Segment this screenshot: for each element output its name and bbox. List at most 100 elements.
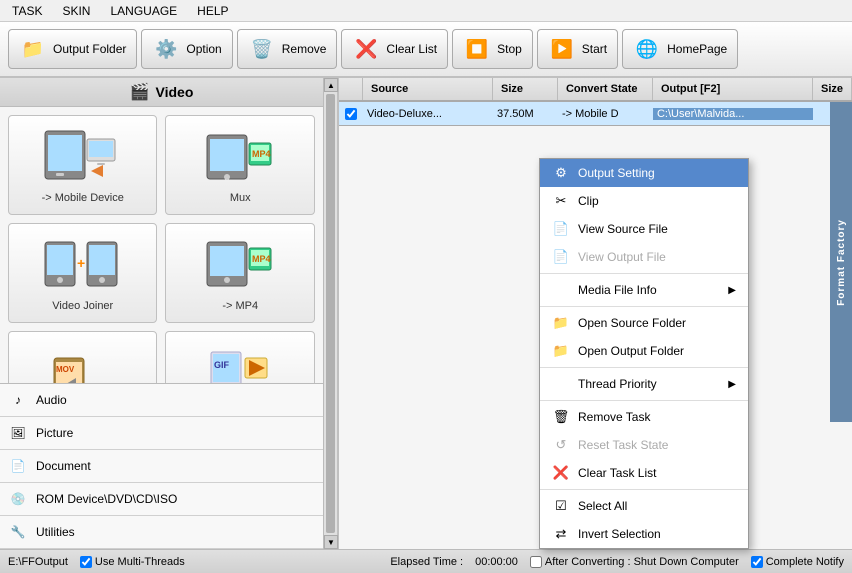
select-all-icon: ☑	[552, 497, 570, 515]
ctx-media-file-info[interactable]: Media File Info ▶	[540, 276, 748, 304]
ctx-thread-label: Thread Priority	[578, 377, 657, 391]
context-menu: ⚙ Output Setting ✂ Clip 📄 View Source Fi…	[539, 158, 749, 549]
row-checkbox-input[interactable]	[345, 108, 357, 120]
remove-button[interactable]: 🗑️ Remove	[237, 29, 338, 69]
stop-button[interactable]: ⏹️ Stop	[452, 29, 533, 69]
option-button[interactable]: ⚙️ Option	[141, 29, 232, 69]
ctx-invert-selection[interactable]: ⇄ Invert Selection	[540, 520, 748, 548]
ctx-view-output-file: 📄 View Output File	[540, 243, 748, 271]
complete-notify-text: Complete Notify	[766, 556, 844, 568]
reset-task-icon: ↺	[552, 436, 570, 454]
format-factory-sidebar: Format Factory	[830, 102, 852, 422]
col-header-check	[339, 78, 363, 100]
after-converting-label[interactable]: After Converting : Shut Down Computer	[530, 556, 739, 568]
ctx-view-source-file[interactable]: 📄 View Source File	[540, 215, 748, 243]
grid-item-mux[interactable]: MP4 Mux	[165, 115, 315, 215]
ctx-reset-task-label: Reset Task State	[578, 438, 669, 452]
mp4-label: -> MP4	[222, 300, 258, 312]
ctx-sep5	[540, 489, 748, 490]
remove-task-icon: 🗑	[552, 408, 570, 426]
category-utilities[interactable]: 🔧 Utilities	[0, 516, 323, 549]
menu-help[interactable]: HELP	[193, 2, 232, 20]
document-icon: 📄	[8, 456, 28, 476]
output-folder-button[interactable]: 📁 Output Folder	[8, 29, 137, 69]
category-document[interactable]: 📄 Document	[0, 450, 323, 483]
view-source-icon: 📄	[552, 220, 570, 238]
after-converting-checkbox[interactable]	[530, 556, 542, 568]
stop-label: Stop	[497, 42, 522, 56]
grid-item-mp4[interactable]: MP4 -> MP4	[165, 223, 315, 323]
category-picture[interactable]: 🖼 Picture	[0, 417, 323, 450]
invert-selection-icon: ⇄	[552, 525, 570, 543]
ctx-media-info-label: Media File Info	[578, 283, 657, 297]
svg-text:MP4: MP4	[252, 149, 271, 159]
gif-thumb: GIF	[200, 342, 280, 383]
col-header-convert: Convert State	[558, 78, 653, 100]
after-converting-text: After Converting : Shut Down Computer	[545, 556, 739, 568]
clear-list-button[interactable]: ❌ Clear List	[341, 29, 448, 69]
menu-language[interactable]: LANGUAGE	[106, 2, 181, 20]
gear-icon: ⚙️	[152, 35, 180, 63]
media-info-arrow: ▶	[728, 285, 736, 296]
mobile-thumb	[43, 126, 123, 186]
col-header-size: Size	[493, 78, 558, 100]
ctx-select-all[interactable]: ☑ Select All	[540, 492, 748, 520]
ctx-open-output-label: Open Output Folder	[578, 344, 684, 358]
homepage-label: HomePage	[667, 42, 727, 56]
row-checkbox[interactable]	[339, 108, 363, 120]
row-size: 37.50M	[493, 108, 558, 120]
media-info-icon	[552, 281, 570, 299]
multi-threads-label[interactable]: Use Multi-Threads	[80, 556, 185, 568]
menu-skin[interactable]: SKIN	[58, 2, 94, 20]
ctx-clip[interactable]: ✂ Clip	[540, 187, 748, 215]
complete-notify-label[interactable]: Complete Notify	[751, 556, 844, 568]
left-panel-title: Video	[156, 84, 194, 100]
video-joiner-thumb: +	[43, 234, 123, 294]
ctx-open-source-folder[interactable]: 📁 Open Source Folder	[540, 309, 748, 337]
menu-task[interactable]: TASK	[8, 2, 46, 20]
start-label: Start	[582, 42, 607, 56]
multi-threads-text: Use Multi-Threads	[95, 556, 185, 568]
document-label: Document	[36, 459, 91, 473]
option-label: Option	[186, 42, 221, 56]
col-header-source: Source	[363, 78, 493, 100]
ctx-output-setting[interactable]: ⚙ Output Setting	[540, 159, 748, 187]
svg-text:+: +	[77, 255, 85, 271]
home-icon: 🌐	[633, 35, 661, 63]
table-row[interactable]: Video-Deluxe... 37.50M -> Mobile D C:\Us…	[339, 102, 852, 126]
thread-arrow: ▶	[728, 379, 736, 390]
folder-icon: 📁	[19, 35, 47, 63]
grid-item-mobile[interactable]: -> Mobile Device	[8, 115, 157, 215]
grid-item-video-joiner[interactable]: + Video Joiner	[8, 223, 157, 323]
clear-task-icon: ❌	[552, 464, 570, 482]
scroll-thumb[interactable]	[326, 94, 335, 533]
utilities-label: Utilities	[36, 525, 75, 539]
grid-item-5[interactable]: MOV	[8, 331, 157, 383]
ctx-remove-task[interactable]: 🗑 Remove Task	[540, 403, 748, 431]
mobile-label: -> Mobile Device	[42, 192, 124, 204]
left-panel-inner: 🎬 Video	[0, 78, 323, 549]
ctx-open-output-folder[interactable]: 📁 Open Output Folder	[540, 337, 748, 365]
scroll-down[interactable]: ▼	[324, 535, 338, 549]
ctx-sep1	[540, 273, 748, 274]
homepage-button[interactable]: 🌐 HomePage	[622, 29, 738, 69]
category-audio[interactable]: ♪ Audio	[0, 384, 323, 417]
category-rom[interactable]: 💿 ROM Device\DVD\CD\ISO	[0, 483, 323, 516]
toolbar: 📁 Output Folder ⚙️ Option 🗑️ Remove ❌ Cl…	[0, 22, 852, 78]
complete-notify-checkbox[interactable]	[751, 556, 763, 568]
format-factory-label: Format Factory	[836, 219, 847, 306]
item5-thumb: MOV	[43, 348, 123, 383]
view-output-icon: 📄	[552, 248, 570, 266]
ctx-thread-priority[interactable]: Thread Priority ▶	[540, 370, 748, 398]
ctx-view-output-label: View Output File	[578, 250, 666, 264]
scroll-up[interactable]: ▲	[324, 78, 338, 92]
ctx-clip-label: Clip	[578, 194, 599, 208]
start-button[interactable]: ▶️ Start	[537, 29, 618, 69]
scroll-track[interactable]: ▲ ▼	[323, 78, 337, 549]
multi-threads-checkbox[interactable]	[80, 556, 92, 568]
ctx-clear-task-list[interactable]: ❌ Clear Task List	[540, 459, 748, 487]
output-path: E:\FFOutput	[8, 556, 68, 568]
output-folder-icon: 📁	[552, 342, 570, 360]
grid-item-gif[interactable]: GIF GIF	[165, 331, 315, 383]
stop-icon: ⏹️	[463, 35, 491, 63]
